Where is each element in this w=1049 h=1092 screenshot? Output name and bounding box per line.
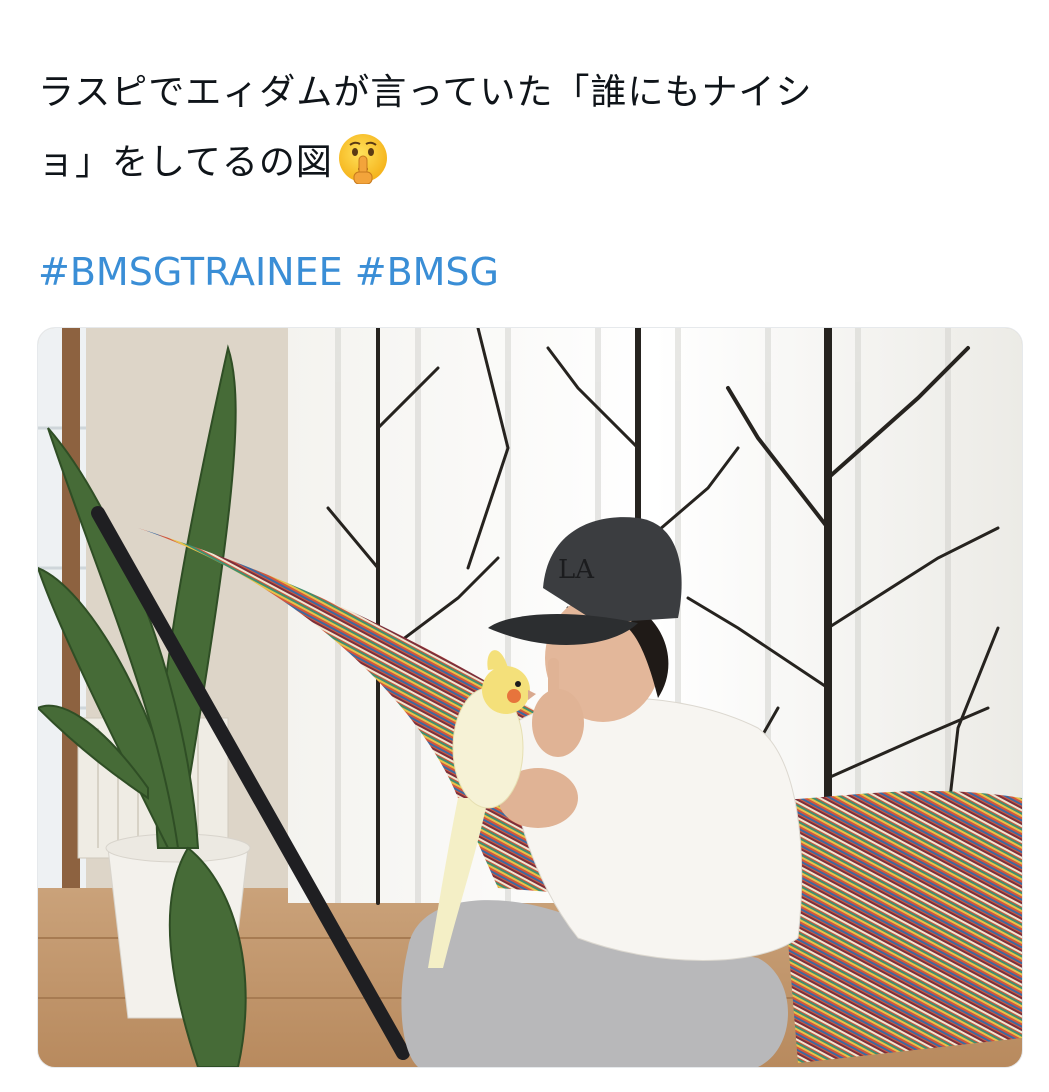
hashtag-link-bmsg[interactable]: #BMSG xyxy=(355,250,499,294)
tweet-text-line-2-text: ョ」をしてるの図 xyxy=(38,142,333,183)
tweet-text: ラスピでエィダムが言っていた「誰にもナイシ ョ」をしてるの図 xyxy=(38,58,998,198)
tweet-text-line-2: ョ」をしてるの図 xyxy=(38,128,998,198)
svg-text:LA: LA xyxy=(558,555,595,585)
tweet-text-line-1: ラスピでエィダムが言っていた「誰にもナイシ xyxy=(38,72,813,113)
shushing-face-icon xyxy=(337,132,389,185)
photo-illustration: LA xyxy=(38,328,1022,1067)
tweet-photo[interactable]: LA xyxy=(37,327,1023,1068)
hashtag-link-bmsgtrainee[interactable]: #BMSGTRAINEE xyxy=(38,250,343,294)
hashtags: #BMSGTRAINEE #BMSG xyxy=(38,246,499,298)
